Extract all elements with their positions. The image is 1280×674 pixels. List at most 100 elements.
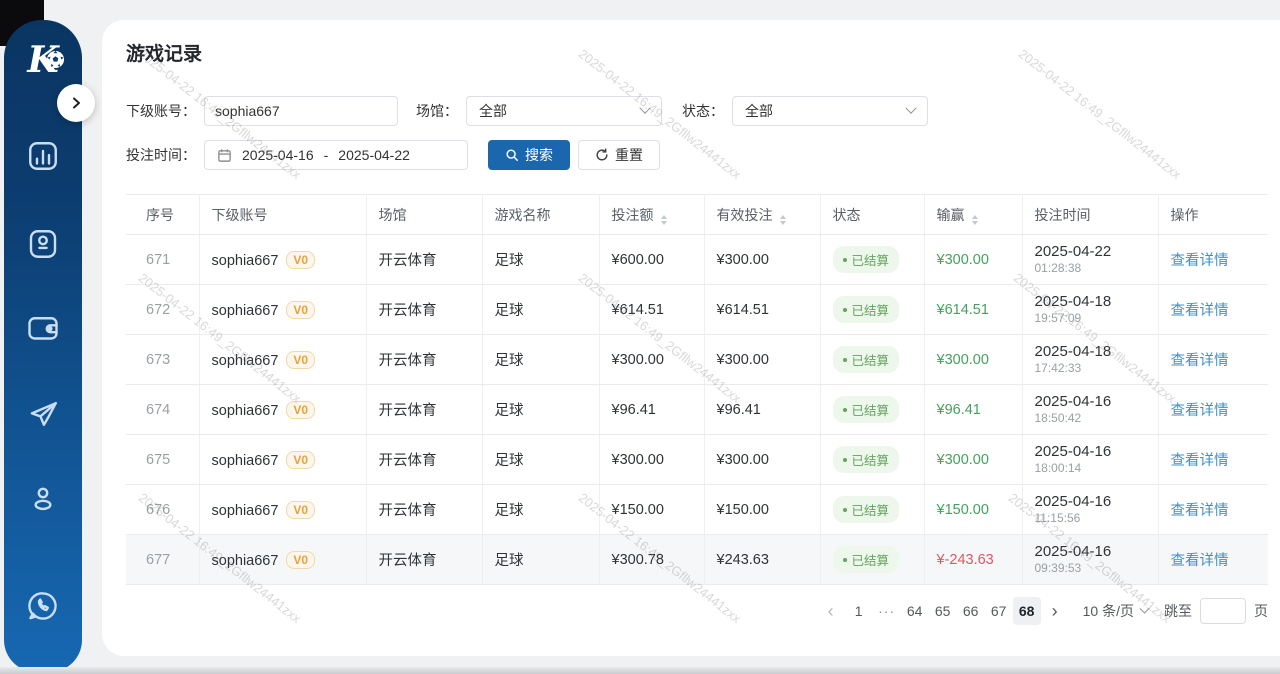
page-button-65[interactable]: 65	[929, 597, 957, 625]
records-table: 序号 下级账号 场馆 游戏名称 投注额 有效投注 状态 输赢 投注时间 操作 6…	[126, 194, 1268, 585]
cell-action: 查看详情	[1158, 335, 1268, 385]
cell-game: 足球	[482, 385, 599, 435]
calendar-icon	[217, 148, 232, 163]
cell-valid: ¥614.51	[704, 285, 820, 335]
page-button-64[interactable]: 64	[901, 597, 929, 625]
next-page-button[interactable]: ›	[1041, 597, 1069, 625]
venue-select-value: 全部	[479, 101, 507, 121]
cell-bet: ¥614.51	[599, 285, 704, 335]
cell-valid: ¥300.00	[704, 235, 820, 285]
table-header-row: 序号 下级账号 场馆 游戏名称 投注额 有效投注 状态 输赢 投注时间 操作	[126, 195, 1268, 235]
vip-level-badge: V0	[286, 251, 315, 269]
cell-status: 已结算	[820, 485, 924, 535]
view-detail-link[interactable]: 查看详情	[1171, 353, 1229, 369]
wallet-icon	[25, 310, 61, 346]
vip-level-badge: V0	[286, 451, 315, 469]
vip-level-badge: V0	[286, 501, 315, 519]
cell-venue: 开云体育	[366, 385, 482, 435]
view-detail-link[interactable]: 查看详情	[1171, 553, 1229, 569]
table-row: 676 sophia667V0 开云体育 足球 ¥150.00 ¥150.00 …	[126, 485, 1268, 535]
cell-time: 2025-04-1611:15:56	[1022, 485, 1158, 535]
sidebar-item-wallet[interactable]	[25, 310, 61, 346]
reset-button-label: 重置	[615, 145, 643, 165]
view-detail-link[interactable]: 查看详情	[1171, 253, 1229, 269]
status-dot-icon	[843, 508, 847, 512]
status-badge: 已结算	[833, 396, 900, 423]
chevron-right-icon	[69, 96, 83, 110]
table-row: 674 sophia667V0 开云体育 足球 ¥96.41 ¥96.41 已结…	[126, 385, 1268, 435]
cell-time: 2025-04-1618:50:42	[1022, 385, 1158, 435]
status-dot-icon	[843, 258, 847, 262]
prev-page-button[interactable]: ‹	[817, 597, 845, 625]
sort-bet-icon[interactable]	[661, 215, 667, 225]
cell-venue: 开云体育	[366, 485, 482, 535]
cell-game: 足球	[482, 335, 599, 385]
jump-page-input[interactable]	[1200, 598, 1246, 624]
table-row: 672 sophia667V0 开云体育 足球 ¥614.51 ¥614.51 …	[126, 285, 1268, 335]
cell-game: 足球	[482, 535, 599, 585]
status-select-value: 全部	[745, 101, 773, 121]
sidebar-item-service[interactable]	[25, 588, 61, 624]
search-icon	[505, 148, 519, 162]
vip-level-badge: V0	[286, 301, 315, 319]
sidebar-expand-button[interactable]	[57, 84, 95, 122]
cell-account: sophia667V0	[199, 335, 366, 385]
sidebar-item-profile[interactable]	[25, 481, 61, 517]
cell-status: 已结算	[820, 335, 924, 385]
sidebar-item-promotion[interactable]	[25, 396, 61, 432]
status-select[interactable]: 全部	[732, 96, 928, 126]
cell-game: 足球	[482, 435, 599, 485]
date-start: 2025-04-16	[242, 147, 314, 163]
search-button[interactable]: 搜索	[488, 140, 570, 170]
reset-button[interactable]: 重置	[578, 140, 660, 170]
col-seq: 序号	[126, 195, 199, 235]
cell-venue: 开云体育	[366, 235, 482, 285]
bottom-edge	[0, 667, 1280, 674]
col-valid: 有效投注	[704, 195, 820, 235]
soccer-ball-icon	[46, 50, 65, 69]
cell-status: 已结算	[820, 435, 924, 485]
view-detail-link[interactable]: 查看详情	[1171, 303, 1229, 319]
sort-valid-icon[interactable]	[780, 215, 786, 225]
view-detail-link[interactable]: 查看详情	[1171, 403, 1229, 419]
page-button-68-active[interactable]: 68	[1013, 597, 1041, 625]
cell-win: ¥-243.63	[924, 535, 1022, 585]
cell-status: 已结算	[820, 535, 924, 585]
user-icon	[25, 481, 61, 517]
page-ellipsis: ···	[873, 597, 901, 625]
col-account: 下级账号	[199, 195, 366, 235]
account-input[interactable]	[204, 96, 398, 126]
chevron-down-icon	[905, 103, 916, 114]
status-badge: 已结算	[833, 346, 900, 373]
sidebar-item-records[interactable]	[25, 138, 61, 174]
chevron-down-icon	[639, 103, 650, 114]
cell-win: ¥300.00	[924, 335, 1022, 385]
page-size-select[interactable]: 10 条/页	[1083, 601, 1148, 621]
date-range-picker[interactable]: 2025-04-16 - 2025-04-22	[204, 140, 468, 170]
cell-account: sophia667V0	[199, 435, 366, 485]
view-detail-link[interactable]: 查看详情	[1171, 453, 1229, 469]
status-badge: 已结算	[833, 246, 900, 273]
col-status: 状态	[820, 195, 924, 235]
cell-action: 查看详情	[1158, 485, 1268, 535]
account-card-icon	[25, 226, 61, 262]
cell-bet: ¥300.78	[599, 535, 704, 585]
venue-select[interactable]: 全部	[466, 96, 662, 126]
brand-logo: K	[4, 40, 82, 80]
page-button-1[interactable]: 1	[845, 597, 873, 625]
cell-time: 2025-04-1817:42:33	[1022, 335, 1158, 385]
date-end: 2025-04-22	[338, 147, 410, 163]
cell-valid: ¥150.00	[704, 485, 820, 535]
account-label: 下级账号：	[126, 101, 196, 121]
sidebar-item-account[interactable]	[25, 226, 61, 262]
cell-action: 查看详情	[1158, 285, 1268, 335]
cell-seq: 676	[126, 485, 199, 535]
cell-valid: ¥96.41	[704, 385, 820, 435]
cell-seq: 675	[126, 435, 199, 485]
page-button-67[interactable]: 67	[985, 597, 1013, 625]
sort-win-icon[interactable]	[972, 215, 978, 225]
cell-status: 已结算	[820, 235, 924, 285]
page-button-66[interactable]: 66	[957, 597, 985, 625]
customer-service-icon	[25, 588, 61, 624]
view-detail-link[interactable]: 查看详情	[1171, 503, 1229, 519]
